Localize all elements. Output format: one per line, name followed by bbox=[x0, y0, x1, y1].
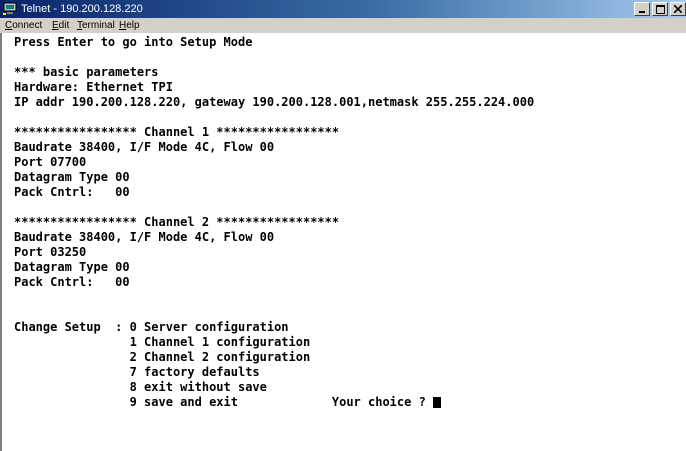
close-icon[interactable] bbox=[670, 2, 686, 16]
terminal-line: 8 exit without save bbox=[14, 380, 267, 394]
terminal-line: Port 07700 bbox=[14, 155, 87, 169]
terminal-line: Change Setup : 0 Server configuration bbox=[14, 320, 289, 334]
terminal-line: Pack Cntrl: 00 bbox=[14, 185, 130, 199]
terminal-line: Baudrate 38400, I/F Mode 4C, Flow 00 bbox=[14, 140, 275, 154]
terminal-line: ***************** Channel 1 ************… bbox=[14, 125, 340, 139]
title-bar[interactable]: Telnet - 190.200.128.220 bbox=[0, 0, 686, 18]
menu-edit[interactable]: Edit bbox=[52, 20, 69, 31]
terminal-line: 7 factory defaults bbox=[14, 365, 260, 379]
terminal-line: Datagram Type 00 bbox=[14, 260, 130, 274]
menu-help[interactable]: Help bbox=[119, 20, 140, 31]
menu-bar: Connect Edit Terminal Help bbox=[0, 18, 686, 33]
window-title: Telnet - 190.200.128.220 bbox=[21, 3, 143, 15]
maximize-icon[interactable] bbox=[652, 2, 668, 16]
terminal-line: Hardware: Ethernet TPI bbox=[14, 80, 173, 94]
terminal-line: Press Enter to go into Setup Mode bbox=[14, 35, 253, 49]
terminal-line: Port 03250 bbox=[14, 245, 87, 259]
telnet-terminal-icon bbox=[3, 2, 17, 15]
menu-connect[interactable]: Connect bbox=[5, 20, 42, 31]
terminal-line: IP addr 190.200.128.220, gateway 190.200… bbox=[14, 95, 535, 109]
menu-terminal[interactable]: Terminal bbox=[77, 20, 115, 31]
window-controls bbox=[634, 2, 686, 16]
terminal-line: Baudrate 38400, I/F Mode 4C, Flow 00 bbox=[14, 230, 275, 244]
terminal-output[interactable]: Press Enter to go into Setup Mode *** ba… bbox=[0, 33, 686, 451]
terminal-line: ***************** Channel 2 ************… bbox=[14, 215, 340, 229]
terminal-line: Pack Cntrl: 00 bbox=[14, 275, 130, 289]
terminal-line: Datagram Type 00 bbox=[14, 170, 130, 184]
terminal-line: 1 Channel 1 configuration bbox=[14, 335, 311, 349]
text-cursor bbox=[433, 397, 441, 408]
terminal-prompt-line: 9 save and exit Your choice ? bbox=[14, 395, 434, 409]
terminal-line: *** basic parameters bbox=[14, 65, 159, 79]
terminal-line: 2 Channel 2 configuration bbox=[14, 350, 311, 364]
minimize-icon[interactable] bbox=[634, 2, 650, 16]
